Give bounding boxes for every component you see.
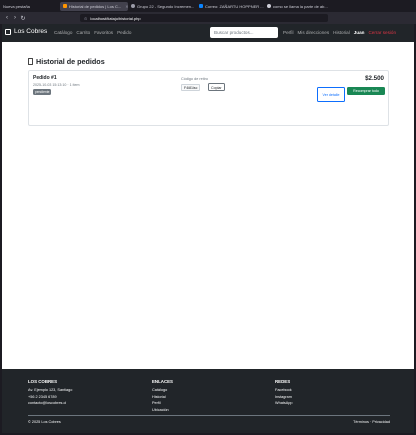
footer-heading: LOS COBRES bbox=[28, 379, 58, 384]
page-info-icon[interactable]: ⊙ bbox=[84, 16, 87, 21]
status-badge: pendiente bbox=[33, 89, 52, 95]
forward-icon[interactable]: › bbox=[11, 15, 19, 21]
url-toolbar: ‹ › ↻ ⊙ localhost/tiatajo/historial.php bbox=[0, 12, 416, 31]
user-name: Juan bbox=[353, 30, 365, 35]
tab-historial[interactable]: Historial de pedidos | Los C... ✕ bbox=[60, 1, 128, 11]
footer-address: Av. Ejemplo 123, Santiago bbox=[28, 388, 73, 392]
copyright: © 2025 Los Cobres bbox=[28, 420, 61, 424]
view-detail-button[interactable]: Ver detalle bbox=[317, 87, 345, 102]
nav-link-pedido[interactable]: Pedido bbox=[117, 30, 131, 35]
browser-window: Nueva pestaña Historial de pedidos | Los… bbox=[0, 0, 416, 435]
footer-link-perfil[interactable]: Perfil bbox=[152, 400, 173, 407]
brand[interactable]: Los Cobres bbox=[5, 28, 47, 35]
pickup-code-label: Código de retiro bbox=[181, 77, 209, 81]
tab-favicon-icon bbox=[131, 4, 135, 8]
footer-link-instagram[interactable]: Instagram bbox=[275, 394, 293, 401]
tab-favicon-icon bbox=[63, 4, 67, 8]
site-footer: LOS COBRES Av. Ejemplo 123, Santiago +56… bbox=[2, 369, 414, 433]
main-nav-links: Catálogo Carrito Favoritos Pedido bbox=[54, 30, 131, 35]
footer-contact: LOS COBRES Av. Ejemplo 123, Santiago +56… bbox=[28, 379, 72, 407]
footer-heading: REDES bbox=[275, 379, 291, 384]
back-icon[interactable]: ‹ bbox=[3, 15, 11, 21]
receipt-icon bbox=[28, 58, 33, 65]
page-heading: Historial de pedidos bbox=[28, 57, 105, 66]
tab-label: Nueva pestaña bbox=[3, 3, 30, 9]
tab-correo[interactable]: Correo: ZAÑARTU HOPPNER ... ✕ bbox=[196, 0, 264, 12]
order-title: Pedido #1 bbox=[33, 75, 57, 81]
footer-links: ENLACES Catálogo Historial Perfil Ubicac… bbox=[152, 379, 173, 413]
reload-icon[interactable]: ↻ bbox=[19, 15, 27, 22]
nav-link-catalogo[interactable]: Catálogo bbox=[54, 30, 72, 35]
tab-label: Grupo 22 - Segundo Incremen... bbox=[137, 3, 195, 9]
tab-bar: Nueva pestaña Historial de pedidos | Los… bbox=[0, 0, 416, 12]
url-field[interactable]: ⊙ localhost/tiatajo/historial.php bbox=[80, 14, 328, 22]
order-card: Pedido #1 2025-10-03 15:13:10 · 1 ítem p… bbox=[28, 70, 389, 126]
nav-link-historial[interactable]: Historial bbox=[333, 30, 350, 35]
brand-name: Los Cobres bbox=[14, 28, 48, 35]
page-content: Los Cobres Catálogo Carrito Favoritos Pe… bbox=[2, 24, 414, 433]
legal-links[interactable]: Términos · Privacidad bbox=[353, 420, 390, 424]
footer-link-whatsapp[interactable]: WhatsApp bbox=[275, 400, 293, 407]
footer-email[interactable]: contacto@loscobres.cl bbox=[28, 400, 72, 407]
tab-new[interactable]: Nueva pestaña bbox=[0, 0, 60, 12]
footer-social: REDES Facebook Instagram WhatsApp bbox=[275, 379, 293, 407]
site-navbar: Los Cobres Catálogo Carrito Favoritos Pe… bbox=[2, 24, 414, 42]
reorder-all-button[interactable]: Recomprar todo bbox=[347, 87, 385, 95]
store-logo-icon bbox=[5, 28, 11, 35]
tab-label: Historial de pedidos | Los C... bbox=[69, 3, 122, 9]
nav-link-favoritos[interactable]: Favoritos bbox=[94, 30, 113, 35]
tab-como[interactable]: como se llama la parte de ab... ✕ bbox=[264, 0, 332, 12]
nav-link-carrito[interactable]: Carrito bbox=[76, 30, 90, 35]
nav-link-perfil[interactable]: Perfil bbox=[283, 30, 293, 35]
footer-divider bbox=[28, 415, 390, 416]
account-links: Perfil Mis direcciones Historial Juan Ce… bbox=[283, 30, 396, 35]
close-tab-icon[interactable]: ✕ bbox=[330, 4, 333, 9]
copy-code-button[interactable]: Copiar bbox=[208, 83, 225, 91]
tab-favicon-icon bbox=[199, 4, 203, 8]
page-title: Historial de pedidos bbox=[36, 57, 105, 66]
logout-link[interactable]: Cerrar sesión bbox=[368, 30, 396, 35]
order-total: $2.500 bbox=[365, 75, 384, 82]
footer-link-facebook[interactable]: Facebook bbox=[275, 387, 293, 394]
tab-label: como se llama la parte de ab... bbox=[273, 3, 328, 9]
tab-grupo[interactable]: Grupo 22 - Segundo Incremen... ✕ bbox=[128, 0, 196, 12]
order-meta: 2025-10-03 15:13:10 · 1 ítem bbox=[33, 83, 80, 87]
footer-link-catalogo[interactable]: Catálogo bbox=[152, 387, 173, 394]
search-input[interactable]: Buscar productos... bbox=[210, 27, 278, 38]
url-text: localhost/tiatajo/historial.php bbox=[90, 15, 141, 21]
footer-link-ubicacion[interactable]: Ubicación bbox=[152, 407, 173, 414]
nav-link-direcciones[interactable]: Mis direcciones bbox=[297, 30, 329, 35]
tab-favicon-icon bbox=[267, 4, 271, 8]
tab-label: Correo: ZAÑARTU HOPPNER ... bbox=[205, 3, 264, 9]
pickup-code: F4i81isc bbox=[181, 84, 201, 91]
footer-link-historial[interactable]: Historial bbox=[152, 394, 173, 401]
footer-phone: +56 2 2345 6789 bbox=[28, 394, 57, 399]
footer-heading: ENLACES bbox=[152, 379, 173, 384]
